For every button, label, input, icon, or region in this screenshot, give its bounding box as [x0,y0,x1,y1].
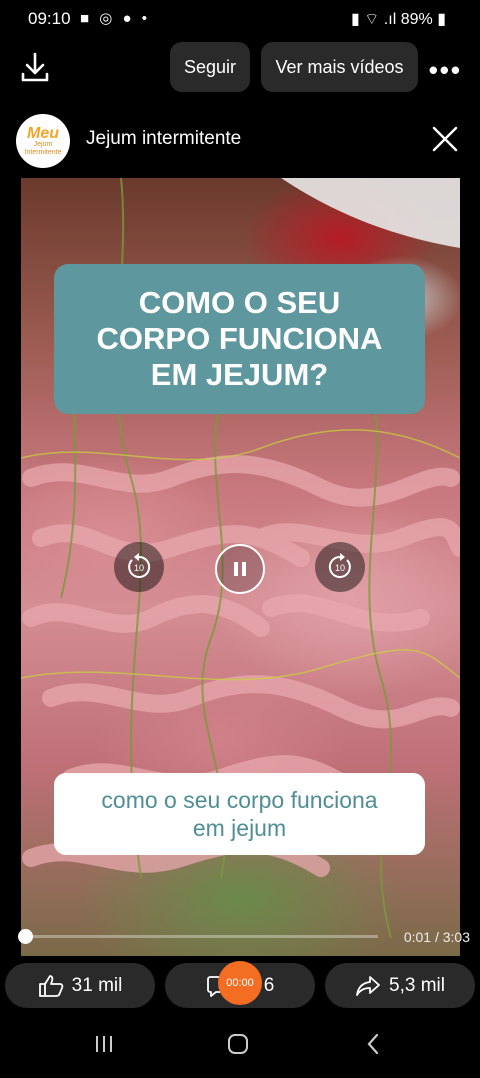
title-line-1: COMO O SEU [138,285,341,320]
share-arrow-icon [356,975,380,996]
follow-button[interactable]: Seguir [170,42,250,92]
subtitle-line-1: como o seu corpo funciona [101,787,378,813]
thumbs-up-icon [38,974,63,997]
share-count: 5,3 mil [389,974,445,996]
signal-icon: .ıl [383,11,397,28]
download-button[interactable] [18,50,52,84]
forward-icon: 10 [328,553,351,578]
status-right: ▮ ⌔ .ıl 89% ▮ [351,9,446,29]
close-button[interactable] [432,126,458,152]
rewind-icon: 10 [128,553,151,578]
video-title-card: COMO O SEU CORPO FUNCIONA EM JEJUM? [54,264,425,414]
ellipsis-icon[interactable]: ••• [429,55,462,86]
battery-saver-icon: ▮ [351,11,360,28]
back-chevron-icon [367,1033,379,1055]
notification-icons: ■ ◎ ● • [80,9,150,27]
channel-name[interactable]: Jejum intermitente [86,128,241,150]
home-button[interactable] [223,1030,253,1058]
back-button[interactable] [358,1030,388,1058]
wifi-icon: ⌔ [364,11,380,28]
like-count: 31 mil [71,974,123,996]
recent-apps-button[interactable] [89,1030,119,1058]
avatar-logo-text: Meu [27,124,59,142]
video-subtitle-card: como o seu corpo funciona em jejum [54,773,425,855]
channel-avatar[interactable]: Meu Jejum Intermitente [16,114,70,168]
title-line-3: EM JEJUM? [150,357,329,392]
chat-icon: ● [122,10,135,27]
status-bar: 09:10 ■ ◎ ● • ▮ ⌔ .ıl 89% ▮ [0,0,480,38]
forward-10-button[interactable]: 10 [315,542,365,592]
rewind-label: 10 [134,563,144,573]
battery-percent: 89% [400,11,433,28]
avatar-logo-sub2: Intermitente [24,148,62,156]
comment-count: 6 [263,974,275,996]
video-camera-icon: ■ [80,10,93,27]
subtitle-line-2: em jejum [192,815,287,841]
video-time: 0:01 / 3:03 [403,929,470,945]
record-indicator[interactable]: 00:00 [218,961,262,1005]
like-button[interactable]: 31 mil [5,963,155,1008]
more-videos-button[interactable]: Ver mais vídeos [261,42,418,92]
home-icon [228,1034,248,1054]
progress-track[interactable] [23,935,378,938]
battery-icon: ▮ [437,11,446,28]
rewind-10-button[interactable]: 10 [114,542,164,592]
download-icon [21,52,49,82]
dot-icon: • [141,10,150,27]
whatsapp-icon: ◎ [99,10,116,27]
status-time: 09:10 [28,9,71,28]
progress-knob[interactable] [18,929,33,944]
forward-label: 10 [335,563,345,573]
title-line-2: CORPO FUNCIONA [96,321,383,356]
close-icon [432,126,458,152]
pause-button[interactable] [215,544,265,594]
recent-apps-icon [96,1036,112,1052]
avatar-logo-sub: Jejum [33,140,53,148]
share-button[interactable]: 5,3 mil [325,963,475,1008]
pause-icon [234,562,246,576]
